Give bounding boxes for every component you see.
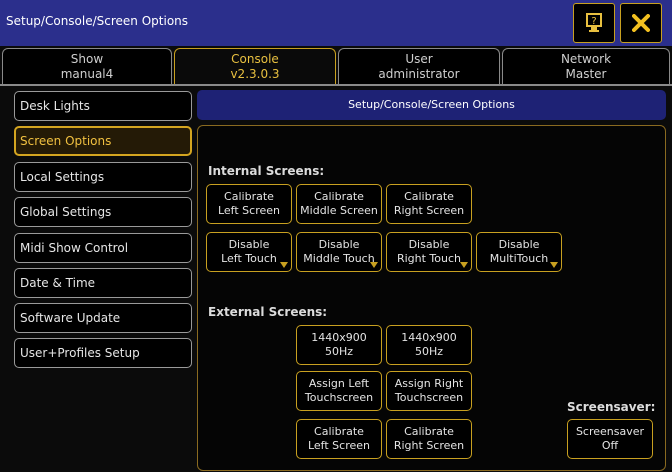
menu-item-date-time[interactable]: Date & Time bbox=[14, 268, 192, 298]
external-calibrate-right-line2: Right Screen bbox=[393, 439, 465, 452]
external-resolution-1-button[interactable]: 1440x900 50Hz bbox=[296, 325, 382, 365]
menu-item-midi-show-control[interactable]: Midi Show Control bbox=[14, 233, 192, 263]
external-calibrate-right-line1: Calibrate bbox=[404, 425, 454, 438]
panel-header: Setup/Console/Screen Options bbox=[197, 90, 666, 120]
tab-console[interactable]: Console v2.3.0.3 bbox=[174, 48, 336, 84]
window-title: Setup/Console/Screen Options bbox=[6, 14, 189, 28]
menu-item-software-update[interactable]: Software Update bbox=[14, 303, 192, 333]
tab-show[interactable]: Show manual4 bbox=[2, 48, 172, 84]
screensaver-off-button[interactable]: Screensaver Off bbox=[567, 419, 653, 459]
tab-console-value: v2.3.0.3 bbox=[230, 67, 280, 81]
title-bar: Setup/Console/Screen Options ? bbox=[0, 0, 672, 46]
tab-network-value: Master bbox=[565, 67, 607, 81]
assign-right-touchscreen-line2: Touchscreen bbox=[394, 391, 464, 404]
menu-item-desk-lights[interactable]: Desk Lights bbox=[14, 91, 192, 121]
external-screens-label: External Screens: bbox=[208, 305, 328, 319]
calibrate-left-screen-line1: Calibrate bbox=[224, 190, 274, 203]
external-calibrate-left-line2: Left Screen bbox=[307, 439, 370, 452]
assign-right-touchscreen-line1: Assign Right bbox=[394, 377, 464, 390]
disable-right-touch-line1: Disable bbox=[408, 238, 450, 251]
menu-item-global-settings[interactable]: Global Settings bbox=[14, 197, 192, 227]
svg-text:?: ? bbox=[591, 16, 596, 27]
disable-right-touch-button[interactable]: Disable Right Touch bbox=[386, 232, 472, 272]
external-resolution-1-label: 1440x900 50Hz bbox=[311, 331, 367, 358]
external-calibrate-right-button[interactable]: Calibrate Right Screen bbox=[386, 419, 472, 459]
disable-middle-touch-button[interactable]: Disable Middle Touch bbox=[296, 232, 382, 272]
external-calibrate-left-button[interactable]: Calibrate Left Screen bbox=[296, 419, 382, 459]
calibrate-middle-screen-button[interactable]: Calibrate Middle Screen bbox=[296, 184, 382, 224]
calibrate-left-screen-line2: Left Screen bbox=[217, 204, 280, 217]
tab-show-title: Show bbox=[70, 52, 104, 66]
assign-left-touchscreen-line2: Touchscreen bbox=[304, 391, 374, 404]
menu-item-screen-options[interactable]: Screen Options bbox=[14, 126, 192, 156]
external-calibrate-left-line1: Calibrate bbox=[314, 425, 364, 438]
assign-left-touchscreen-button[interactable]: Assign Left Touchscreen bbox=[296, 371, 382, 411]
disable-multitouch-line1: Disable bbox=[498, 238, 540, 251]
assign-left-touchscreen-line1: Assign Left bbox=[308, 377, 370, 390]
screensaver-label: Screensaver: bbox=[567, 400, 656, 414]
tab-user-value: administrator bbox=[378, 67, 460, 81]
disable-left-touch-line2: Left Touch bbox=[221, 252, 277, 265]
tab-show-value: manual4 bbox=[60, 67, 114, 81]
close-button[interactable] bbox=[620, 3, 662, 43]
disable-middle-touch-line1: Disable bbox=[318, 238, 360, 251]
internal-screens-label: Internal Screens: bbox=[208, 164, 325, 178]
help-button[interactable]: ? bbox=[573, 3, 615, 43]
tab-user[interactable]: User administrator bbox=[338, 48, 500, 84]
screensaver-off-label: Screensaver Off bbox=[575, 425, 645, 452]
external-resolution-2-label: 1440x900 50Hz bbox=[401, 331, 457, 358]
external-resolution-2-button[interactable]: 1440x900 50Hz bbox=[386, 325, 472, 365]
calibrate-middle-screen-line1: Calibrate bbox=[314, 190, 364, 203]
help-icon: ? bbox=[586, 13, 602, 32]
tab-network-title: Network bbox=[560, 52, 612, 66]
calibrate-right-screen-line1: Calibrate bbox=[404, 190, 454, 203]
disable-right-touch-line2: Right Touch bbox=[396, 252, 462, 265]
calibrate-left-screen-button[interactable]: Calibrate Left Screen bbox=[206, 184, 292, 224]
disable-left-touch-line1: Disable bbox=[228, 238, 270, 251]
disable-multitouch-button[interactable]: Disable MultiTouch bbox=[476, 232, 562, 272]
tab-network[interactable]: Network Master bbox=[502, 48, 670, 84]
calibrate-right-screen-line2: Right Screen bbox=[393, 204, 465, 217]
tab-user-title: User bbox=[405, 52, 433, 66]
calibrate-right-screen-button[interactable]: Calibrate Right Screen bbox=[386, 184, 472, 224]
disable-multitouch-line2: MultiTouch bbox=[489, 252, 549, 265]
tab-console-title: Console bbox=[231, 52, 279, 66]
tab-divider bbox=[0, 84, 672, 86]
close-icon bbox=[632, 14, 650, 32]
calibrate-middle-screen-line2: Middle Screen bbox=[300, 204, 378, 217]
assign-right-touchscreen-button[interactable]: Assign Right Touchscreen bbox=[386, 371, 472, 411]
disable-middle-touch-line2: Middle Touch bbox=[303, 252, 375, 265]
menu-item-local-settings[interactable]: Local Settings bbox=[14, 162, 192, 192]
disable-left-touch-button[interactable]: Disable Left Touch bbox=[206, 232, 292, 272]
menu-item-user-profiles-setup[interactable]: User+Profiles Setup bbox=[14, 338, 192, 368]
